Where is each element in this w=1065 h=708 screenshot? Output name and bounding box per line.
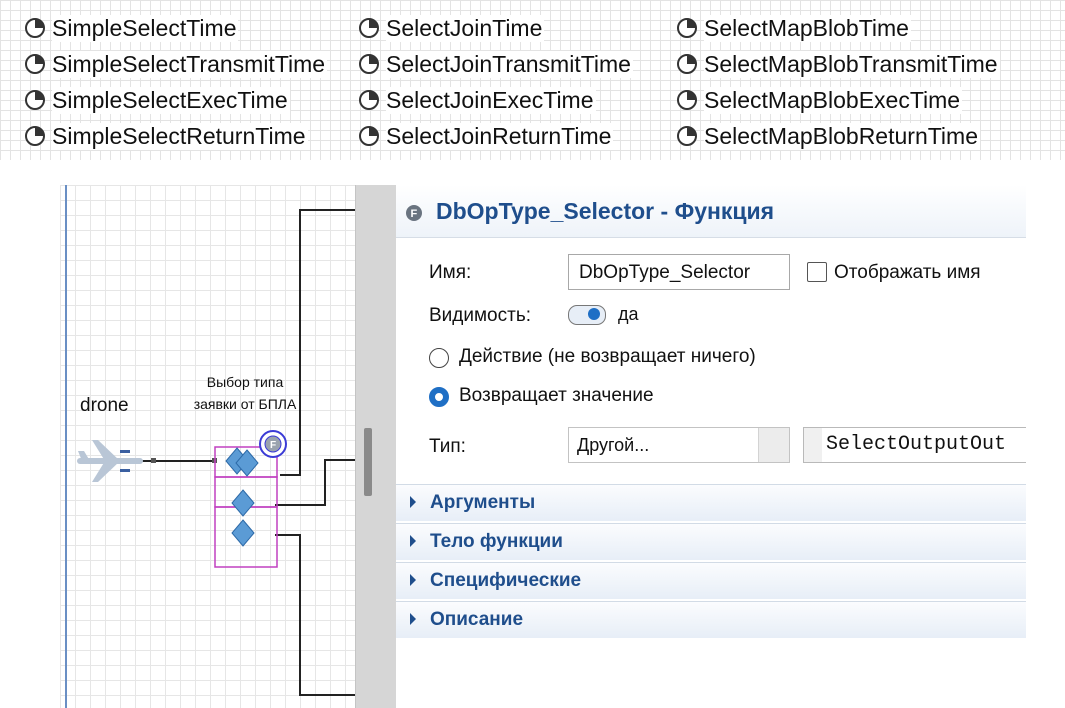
statistics-gauge-icon <box>677 18 697 38</box>
radio-action[interactable] <box>429 348 449 368</box>
type-select-value: Другой... <box>577 435 650 455</box>
type-select[interactable]: Другой... <box>568 427 790 463</box>
source-label: drone <box>80 395 129 416</box>
panel-splitter[interactable] <box>355 185 397 708</box>
variable-label: SelectMapBlobTransmitTime <box>704 50 1000 78</box>
properties-header: F DbOpType_Selector - Функция <box>396 185 1026 238</box>
show-name-label: Отображать имя <box>834 262 981 283</box>
statistics-gauge-icon <box>359 18 379 38</box>
variable-item[interactable]: SelectMapBlobExecTime <box>676 85 963 115</box>
select-output-block[interactable] <box>225 447 259 477</box>
block-label-line1: Выбор типа <box>206 374 284 390</box>
statistics-gauge-icon <box>359 54 379 74</box>
toggle-knob <box>588 308 600 320</box>
connector-line <box>275 534 355 696</box>
variable-label: SelectJoinTime <box>386 14 545 42</box>
dropdown-button[interactable] <box>758 428 789 462</box>
radio-returns-value[interactable] <box>429 387 449 407</box>
airplane-icon[interactable] <box>77 440 143 482</box>
name-input[interactable]: DbOpType_Selector <box>568 254 790 290</box>
section-specific[interactable]: Специфические <box>396 562 1026 599</box>
variable-label: SelectMapBlobExecTime <box>704 86 963 114</box>
statistics-gauge-icon <box>359 90 379 110</box>
statistics-gauge-icon <box>677 126 697 146</box>
variable-label: SimpleSelectReturnTime <box>52 122 308 150</box>
section-label: Описание <box>430 609 524 630</box>
block-label-line2: заявки от БПЛА <box>193 396 297 412</box>
variable-item[interactable]: SelectMapBlobTime <box>676 13 911 43</box>
variable-item[interactable]: SelectJoinExecTime <box>358 85 596 115</box>
section-description[interactable]: Описание <box>396 601 1026 638</box>
radio-action-label: Действие (не возвращает ничего) <box>459 346 756 367</box>
variable-label: SimpleSelectTime <box>52 14 239 42</box>
statistics-gauge-icon <box>677 54 697 74</box>
name-label: Имя: <box>429 262 472 283</box>
section-label: Аргументы <box>430 492 536 513</box>
variable-label: SelectMapBlobTime <box>704 14 911 42</box>
variable-item[interactable]: SelectJoinReturnTime <box>358 121 614 151</box>
section-label: Специфические <box>430 570 582 591</box>
chevron-right-icon <box>410 496 416 508</box>
radio-returns-label: Возвращает значение <box>459 385 654 406</box>
function-icon: F <box>406 205 422 221</box>
chevron-right-icon <box>410 613 416 625</box>
statistics-gauge-icon <box>359 126 379 146</box>
visibility-value: да <box>618 304 639 324</box>
chevron-right-icon <box>410 535 416 547</box>
connector-line <box>280 209 355 476</box>
chevron-right-icon <box>410 574 416 586</box>
statistics-gauge-icon <box>25 54 45 74</box>
variable-label: SimpleSelectExecTime <box>52 86 290 114</box>
variable-label: SelectJoinExecTime <box>386 86 596 114</box>
connector-line <box>275 459 355 506</box>
select-output-block[interactable] <box>231 489 255 517</box>
statistics-gauge-icon <box>25 18 45 38</box>
properties-panel: F DbOpType_Selector - Функция Имя: DbOpT… <box>396 185 1026 708</box>
port <box>151 458 156 463</box>
variable-item[interactable]: SimpleSelectReturnTime <box>24 121 308 151</box>
visibility-toggle[interactable] <box>568 305 606 325</box>
statistics-gauge-icon <box>677 90 697 110</box>
variable-item[interactable]: SelectJoinTransmitTime <box>358 49 633 79</box>
variable-item[interactable]: SelectJoinTime <box>358 13 545 43</box>
section-arguments[interactable]: Аргументы <box>396 484 1026 521</box>
variable-item[interactable]: SimpleSelectTransmitTime <box>24 49 328 79</box>
variable-label: SelectJoinTransmitTime <box>386 50 633 78</box>
type-code-value: SelectOutputOut <box>822 428 1026 462</box>
variable-item[interactable]: SimpleSelectTime <box>24 13 239 43</box>
variable-item[interactable]: SelectMapBlobReturnTime <box>676 121 980 151</box>
variable-item[interactable]: SelectMapBlobTransmitTime <box>676 49 1000 79</box>
variable-item[interactable]: SimpleSelectExecTime <box>24 85 290 115</box>
splitter-handle[interactable] <box>364 428 372 496</box>
variable-label: SelectJoinReturnTime <box>386 122 614 150</box>
select-output-block[interactable] <box>231 519 255 547</box>
svg-text:F: F <box>411 208 418 220</box>
variable-label: SelectMapBlobReturnTime <box>704 122 980 150</box>
type-code-field[interactable]: SelectOutputOut <box>803 427 1026 463</box>
visibility-label: Видимость: <box>429 305 531 326</box>
properties-title: DbOpType_Selector - Функция <box>436 198 775 224</box>
variable-label: SimpleSelectTransmitTime <box>52 50 328 78</box>
statistics-gauge-icon <box>25 126 45 146</box>
function-icon[interactable]: F <box>259 430 287 458</box>
svg-text:F: F <box>270 440 276 451</box>
section-function-body[interactable]: Тело функции <box>396 523 1026 560</box>
flowchart-diagram: F <box>77 209 355 696</box>
variables-panel: SimpleSelectTime SimpleSelectTransmitTim… <box>0 0 1065 160</box>
show-name-checkbox[interactable] <box>807 262 827 282</box>
statistics-gauge-icon <box>25 90 45 110</box>
type-label: Тип: <box>429 436 466 457</box>
section-label: Тело функции <box>430 531 563 552</box>
